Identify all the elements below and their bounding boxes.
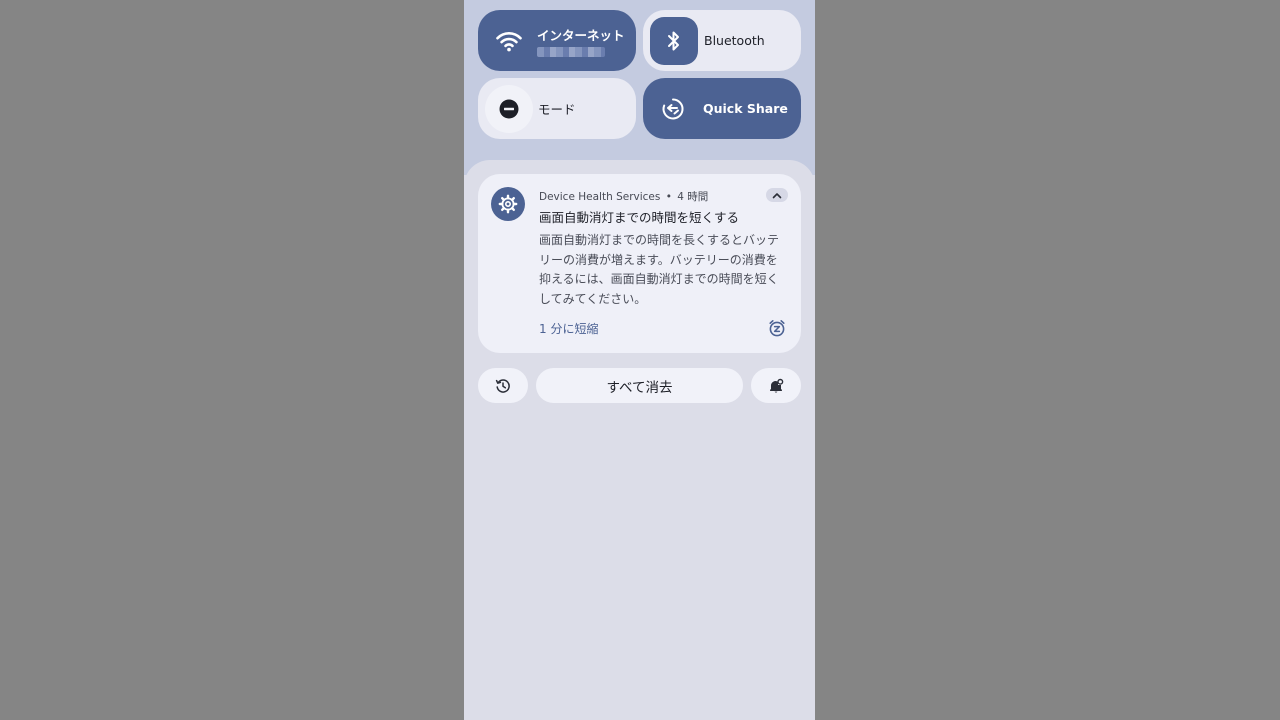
notification-body: 画面自動消灯までの時間を長くするとバッテリーの消費が増えます。バッテリーの消費を… bbox=[539, 233, 780, 306]
snooze-button[interactable] bbox=[767, 318, 787, 338]
quick-share-tile-label: Quick Share bbox=[703, 101, 788, 116]
quick-share-tile[interactable]: Quick Share bbox=[643, 78, 801, 139]
clear-all-label: すべて消去 bbox=[606, 379, 673, 396]
clear-all-button[interactable]: すべて消去 bbox=[536, 368, 743, 403]
modes-tile-label: モード bbox=[538, 102, 576, 117]
bluetooth-tile-label: Bluetooth bbox=[704, 33, 765, 48]
quick-share-icon bbox=[660, 96, 686, 122]
bluetooth-tile[interactable]: Bluetooth bbox=[643, 10, 801, 71]
notification-time: 4 時間 bbox=[677, 191, 709, 203]
bluetooth-icon bbox=[667, 30, 681, 52]
shorten-to-1-minute-button[interactable]: 1 分に短縮 bbox=[539, 320, 598, 337]
bluetooth-toggle[interactable] bbox=[650, 16, 698, 65]
notification-header: Device Health Services • 4 時間 bbox=[539, 189, 708, 204]
notification-title: 画面自動消灯までの時間を短くする bbox=[539, 210, 740, 225]
modes-toggle[interactable] bbox=[485, 84, 533, 133]
internet-tile-label: インターネット bbox=[537, 27, 625, 43]
internet-tile[interactable]: インターネット bbox=[478, 10, 636, 71]
snooze-icon bbox=[768, 319, 786, 337]
modes-tile[interactable]: モード bbox=[478, 78, 636, 139]
notification-card[interactable]: Device Health Services • 4 時間 画面自動消灯までの時… bbox=[478, 174, 801, 353]
notification-app-name: Device Health Services bbox=[539, 191, 661, 203]
header-separator: • bbox=[665, 191, 672, 203]
notification-history-button[interactable] bbox=[478, 368, 528, 403]
history-icon bbox=[495, 378, 511, 394]
notification-settings-icon bbox=[768, 378, 784, 394]
wifi-icon bbox=[490, 22, 528, 60]
notification-settings-button[interactable] bbox=[751, 368, 801, 403]
chevron-up-icon bbox=[772, 192, 782, 199]
network-name-redacted bbox=[537, 46, 605, 57]
do-not-disturb-icon bbox=[499, 99, 519, 119]
gear-icon bbox=[491, 187, 525, 221]
collapse-button[interactable] bbox=[766, 188, 788, 202]
notification-shade: インターネット Bluetooth モード Quick Share Device… bbox=[464, 0, 815, 720]
